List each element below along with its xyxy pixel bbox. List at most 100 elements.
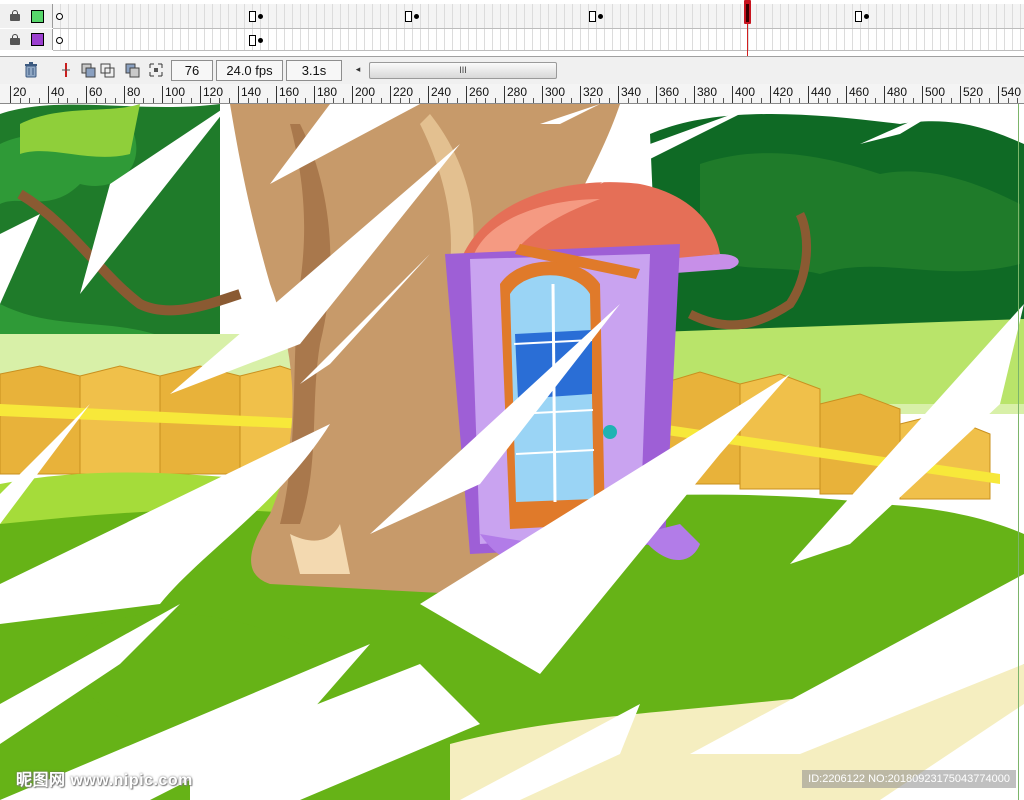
ruler-major-tick — [238, 86, 239, 103]
ruler-label: 40 — [51, 85, 65, 99]
ruler-minor-tick — [143, 98, 144, 103]
keyframe-empty[interactable] — [56, 36, 63, 44]
playhead[interactable] — [744, 0, 751, 56]
onion-skin-outlines-icon[interactable] — [99, 61, 117, 79]
ruler-minor-tick — [760, 98, 762, 103]
ruler-minor-tick — [779, 98, 781, 103]
ruler-label: 300 — [545, 85, 566, 99]
ruler-minor-tick — [1007, 98, 1009, 103]
frame-end-marker[interactable] — [405, 11, 412, 22]
stage-canvas[interactable]: 昵图网 www.nipic.com ID:2206122 NO:20180923… — [0, 104, 1024, 800]
keyframe[interactable] — [864, 14, 869, 19]
ruler-minor-tick — [979, 98, 980, 103]
elapsed-time-field: 3.1s — [286, 60, 342, 81]
lock-icon[interactable] — [10, 10, 20, 21]
ruler-major-tick — [10, 86, 11, 103]
ruler-minor-tick — [646, 98, 648, 103]
scene-artwork — [0, 104, 1024, 800]
ruler-minor-tick — [570, 98, 572, 103]
ruler-minor-tick — [57, 98, 59, 103]
ruler-major-tick — [808, 86, 809, 103]
ruler-minor-tick — [29, 98, 30, 103]
trash-icon[interactable] — [22, 61, 40, 79]
keyframe[interactable] — [598, 14, 603, 19]
ruler-major-tick — [998, 86, 999, 103]
layer-color-swatch[interactable] — [31, 10, 44, 23]
frame-track-2[interactable] — [53, 29, 1024, 51]
ruler-label: 180 — [317, 85, 338, 99]
ruler-minor-tick — [418, 98, 420, 103]
ruler-minor-tick — [1017, 98, 1018, 103]
ruler-major-tick — [618, 86, 619, 103]
ruler-minor-tick — [437, 98, 439, 103]
keyframe[interactable] — [258, 14, 263, 19]
ruler-minor-tick — [637, 98, 638, 103]
ruler-label: 280 — [507, 85, 528, 99]
ruler-minor-tick — [855, 98, 857, 103]
ruler-major-tick — [656, 86, 657, 103]
scroll-left-arrow-icon[interactable]: ◂ — [349, 61, 367, 78]
frame-track-1[interactable] — [53, 4, 1024, 29]
ruler-minor-tick — [19, 98, 21, 103]
ruler-label: 120 — [203, 85, 224, 99]
ruler-major-tick — [542, 86, 543, 103]
scroll-thumb[interactable]: III — [369, 62, 557, 79]
ruler-minor-tick — [513, 98, 515, 103]
ruler-minor-tick — [523, 98, 524, 103]
ruler-label: 320 — [583, 85, 604, 99]
ruler-minor-tick — [323, 98, 325, 103]
frame-end-marker[interactable] — [249, 34, 256, 46]
ruler-major-tick — [960, 86, 961, 103]
ruler-minor-tick — [865, 98, 866, 103]
ruler-label: 400 — [735, 85, 756, 99]
ruler-label: 360 — [659, 85, 680, 99]
ruler-minor-tick — [950, 98, 952, 103]
ruler-major-tick — [694, 86, 695, 103]
layer-row-1[interactable] — [0, 4, 53, 28]
ruler-major-tick — [846, 86, 847, 103]
layer-color-swatch[interactable] — [31, 33, 44, 46]
keyframe[interactable] — [258, 37, 263, 43]
ruler-minor-tick — [105, 98, 106, 103]
layer-row-2[interactable] — [0, 29, 53, 50]
onion-skin-icon[interactable] — [80, 61, 98, 79]
ruler-label: 100 — [165, 85, 186, 99]
frame-end-marker[interactable] — [249, 11, 256, 22]
ruler-label: 260 — [469, 85, 490, 99]
ruler-minor-tick — [627, 98, 629, 103]
ruler-minor-tick — [817, 98, 819, 103]
ruler-minor-tick — [380, 98, 382, 103]
keyframe[interactable] — [414, 14, 419, 19]
ruler-minor-tick — [713, 98, 714, 103]
ruler-minor-tick — [67, 98, 68, 103]
ruler-minor-tick — [152, 98, 154, 103]
ruler-label: 540 — [1001, 85, 1022, 99]
ruler-minor-tick — [836, 98, 838, 103]
frame-end-marker[interactable] — [589, 11, 596, 22]
ruler-major-tick — [276, 86, 277, 103]
edit-multiple-frames-icon[interactable] — [124, 61, 142, 79]
modify-markers-icon[interactable] — [147, 61, 165, 79]
ruler-minor-tick — [285, 98, 287, 103]
ruler-minor-tick — [684, 98, 686, 103]
center-frame-icon[interactable] — [57, 61, 75, 79]
ruler-minor-tick — [190, 98, 192, 103]
ruler-minor-tick — [608, 98, 610, 103]
ruler-minor-tick — [171, 98, 173, 103]
ruler-minor-tick — [447, 98, 448, 103]
ruler-minor-tick — [342, 98, 344, 103]
ruler-label: 160 — [279, 85, 300, 99]
ruler-major-tick — [580, 86, 581, 103]
timeline-scrollbar[interactable]: ◂ III — [349, 61, 557, 79]
ruler-minor-tick — [399, 98, 401, 103]
ruler-label: 420 — [773, 85, 794, 99]
lock-icon[interactable] — [10, 34, 20, 45]
frame-rate-field[interactable]: 24.0 fps — [216, 60, 283, 81]
frame-end-marker[interactable] — [855, 11, 862, 22]
ruler-label: 500 — [925, 85, 946, 99]
current-frame-field[interactable]: 76 — [171, 60, 213, 81]
ruler-minor-tick — [38, 98, 40, 103]
keyframe-empty[interactable] — [56, 13, 63, 20]
ruler-minor-tick — [874, 98, 876, 103]
ruler-major-tick — [428, 86, 429, 103]
